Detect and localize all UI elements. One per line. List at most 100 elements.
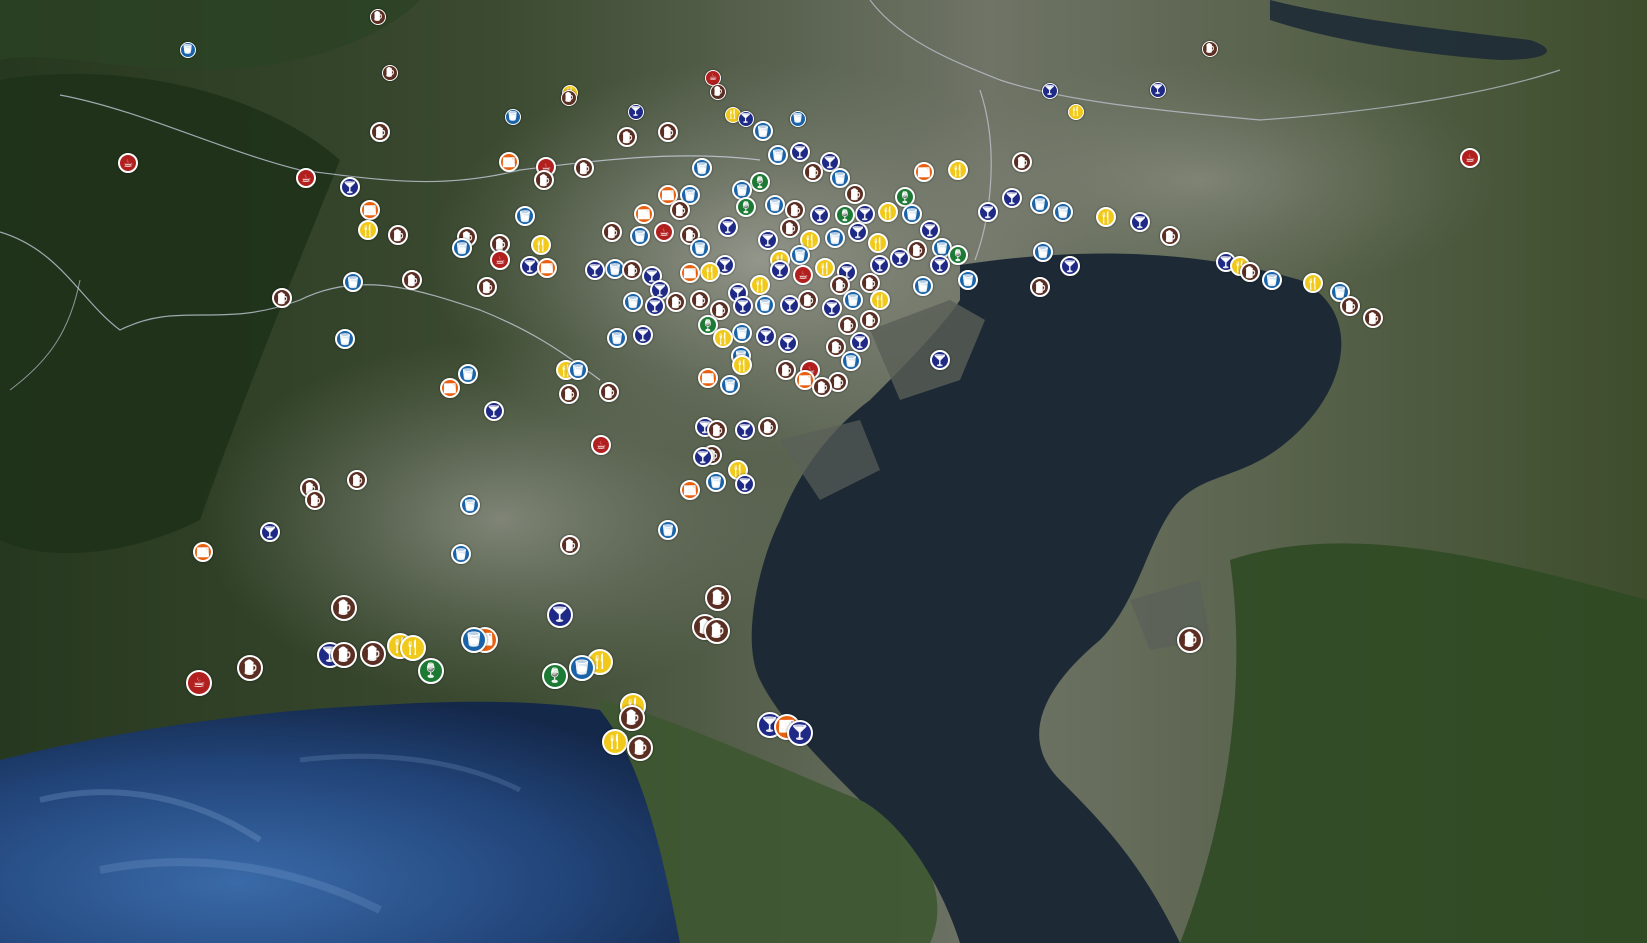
cafe-marker[interactable]: ☕ — [793, 265, 813, 285]
takeout-marker[interactable]: 🍱 — [634, 204, 654, 224]
restaurant-marker[interactable]: 🍴 — [1096, 207, 1116, 227]
cup-marker[interactable]: 🥃 — [568, 360, 588, 380]
cocktail-marker[interactable]: 🍸 — [735, 474, 755, 494]
cocktail-marker[interactable]: 🍸 — [738, 111, 754, 127]
cafe-marker[interactable]: ☕ — [296, 168, 316, 188]
cocktail-marker[interactable]: 🍸 — [810, 205, 830, 225]
beer-marker[interactable]: 🍺 — [559, 384, 579, 404]
cup-marker[interactable]: 🥃 — [720, 375, 740, 395]
beer-marker[interactable]: 🍺 — [907, 240, 927, 260]
beer-marker[interactable]: 🍺 — [803, 162, 823, 182]
beer-marker[interactable]: 🍺 — [1012, 152, 1032, 172]
cup-marker[interactable]: 🥃 — [768, 145, 788, 165]
wine-marker[interactable]: 🍷 — [736, 197, 756, 217]
beer-marker[interactable]: 🍺 — [707, 420, 727, 440]
cafe-marker[interactable]: ☕ — [490, 250, 510, 270]
restaurant-marker[interactable]: 🍴 — [1068, 104, 1084, 120]
cocktail-marker[interactable]: 🍸 — [930, 350, 950, 370]
cup-marker[interactable]: 🥃 — [902, 204, 922, 224]
takeout-marker[interactable]: 🍱 — [193, 542, 213, 562]
takeout-marker[interactable]: 🍱 — [499, 152, 519, 172]
cocktail-marker[interactable]: 🍸 — [870, 255, 890, 275]
wine-marker[interactable]: 🍷 — [835, 205, 855, 225]
restaurant-marker[interactable]: 🍴 — [732, 355, 752, 375]
cup-marker[interactable]: 🥃 — [765, 195, 785, 215]
beer-marker[interactable]: 🍺 — [845, 184, 865, 204]
cocktail-marker[interactable]: 🍸 — [484, 401, 504, 421]
beer-marker[interactable]: 🍺 — [1340, 296, 1360, 316]
beer-marker[interactable]: 🍺 — [305, 490, 325, 510]
cocktail-marker[interactable]: 🍸 — [855, 204, 875, 224]
beer-marker[interactable]: 🍺 — [1240, 262, 1260, 282]
cup-marker[interactable]: 🥃 — [706, 472, 726, 492]
beer-marker[interactable]: 🍺 — [331, 642, 357, 668]
cocktail-marker[interactable]: 🍸 — [1042, 83, 1058, 99]
cup-marker[interactable]: 🥃 — [569, 655, 595, 681]
cup-marker[interactable]: 🥃 — [1053, 202, 1073, 222]
beer-marker[interactable]: 🍺 — [619, 705, 645, 731]
cup-marker[interactable]: 🥃 — [452, 238, 472, 258]
cafe-marker[interactable]: ☕ — [186, 670, 212, 696]
cup-marker[interactable]: 🥃 — [958, 270, 978, 290]
cup-marker[interactable]: 🥃 — [458, 364, 478, 384]
takeout-marker[interactable]: 🍱 — [360, 200, 380, 220]
cocktail-marker[interactable]: 🍸 — [787, 720, 813, 746]
cup-marker[interactable]: 🥃 — [515, 206, 535, 226]
beer-marker[interactable]: 🍺 — [705, 585, 731, 611]
cocktail-marker[interactable]: 🍸 — [633, 325, 653, 345]
cocktail-marker[interactable]: 🍸 — [770, 260, 790, 280]
cup-marker[interactable]: 🥃 — [692, 158, 712, 178]
restaurant-marker[interactable]: 🍴 — [1303, 273, 1323, 293]
beer-marker[interactable]: 🍺 — [758, 417, 778, 437]
wine-marker[interactable]: 🍷 — [948, 245, 968, 265]
cocktail-marker[interactable]: 🍸 — [1150, 82, 1166, 98]
wine-marker[interactable]: 🍷 — [750, 172, 770, 192]
beer-marker[interactable]: 🍺 — [860, 310, 880, 330]
restaurant-marker[interactable]: 🍴 — [700, 262, 720, 282]
cup-marker[interactable]: 🥃 — [830, 168, 850, 188]
cup-marker[interactable]: 🥃 — [630, 226, 650, 246]
beer-marker[interactable]: 🍺 — [477, 277, 497, 297]
cup-marker[interactable]: 🥃 — [841, 351, 861, 371]
beer-marker[interactable]: 🍺 — [1363, 308, 1383, 328]
cocktail-marker[interactable]: 🍸 — [260, 522, 280, 542]
beer-marker[interactable]: 🍺 — [331, 595, 357, 621]
cocktail-marker[interactable]: 🍸 — [850, 332, 870, 352]
cocktail-marker[interactable]: 🍸 — [780, 295, 800, 315]
cup-marker[interactable]: 🥃 — [607, 328, 627, 348]
restaurant-marker[interactable]: 🍴 — [531, 235, 551, 255]
beer-marker[interactable]: 🍺 — [627, 735, 653, 761]
beer-marker[interactable]: 🍺 — [1030, 277, 1050, 297]
beer-marker[interactable]: 🍺 — [272, 288, 292, 308]
beer-marker[interactable]: 🍺 — [370, 122, 390, 142]
beer-marker[interactable]: 🍺 — [658, 122, 678, 142]
cocktail-marker[interactable]: 🍸 — [735, 420, 755, 440]
cocktail-marker[interactable]: 🍸 — [628, 104, 644, 120]
cocktail-marker[interactable]: 🍸 — [1002, 188, 1022, 208]
beer-marker[interactable]: 🍺 — [388, 225, 408, 245]
beer-marker[interactable]: 🍺 — [560, 535, 580, 555]
cup-marker[interactable]: 🥃 — [732, 323, 752, 343]
beer-marker[interactable]: 🍺 — [402, 270, 422, 290]
beer-marker[interactable]: 🍺 — [599, 382, 619, 402]
restaurant-marker[interactable]: 🍴 — [870, 290, 890, 310]
cafe-marker[interactable]: ☕ — [654, 222, 674, 242]
beer-marker[interactable]: 🍺 — [1177, 627, 1203, 653]
takeout-marker[interactable]: 🍱 — [537, 258, 557, 278]
restaurant-marker[interactable]: 🍴 — [878, 202, 898, 222]
beer-marker[interactable]: 🍺 — [382, 65, 398, 81]
cup-marker[interactable]: 🥃 — [460, 495, 480, 515]
cup-marker[interactable]: 🥃 — [451, 544, 471, 564]
restaurant-marker[interactable]: 🍴 — [948, 160, 968, 180]
cup-marker[interactable]: 🥃 — [180, 42, 196, 58]
cup-marker[interactable]: 🥃 — [335, 329, 355, 349]
cocktail-marker[interactable]: 🍸 — [978, 202, 998, 222]
cup-marker[interactable]: 🥃 — [343, 272, 363, 292]
cup-marker[interactable]: 🥃 — [1262, 270, 1282, 290]
beer-marker[interactable]: 🍺 — [812, 377, 832, 397]
restaurant-marker[interactable]: 🍴 — [400, 635, 426, 661]
cup-marker[interactable]: 🥃 — [790, 245, 810, 265]
beer-marker[interactable]: 🍺 — [785, 200, 805, 220]
restaurant-marker[interactable]: 🍴 — [815, 258, 835, 278]
beer-marker[interactable]: 🍺 — [360, 641, 386, 667]
